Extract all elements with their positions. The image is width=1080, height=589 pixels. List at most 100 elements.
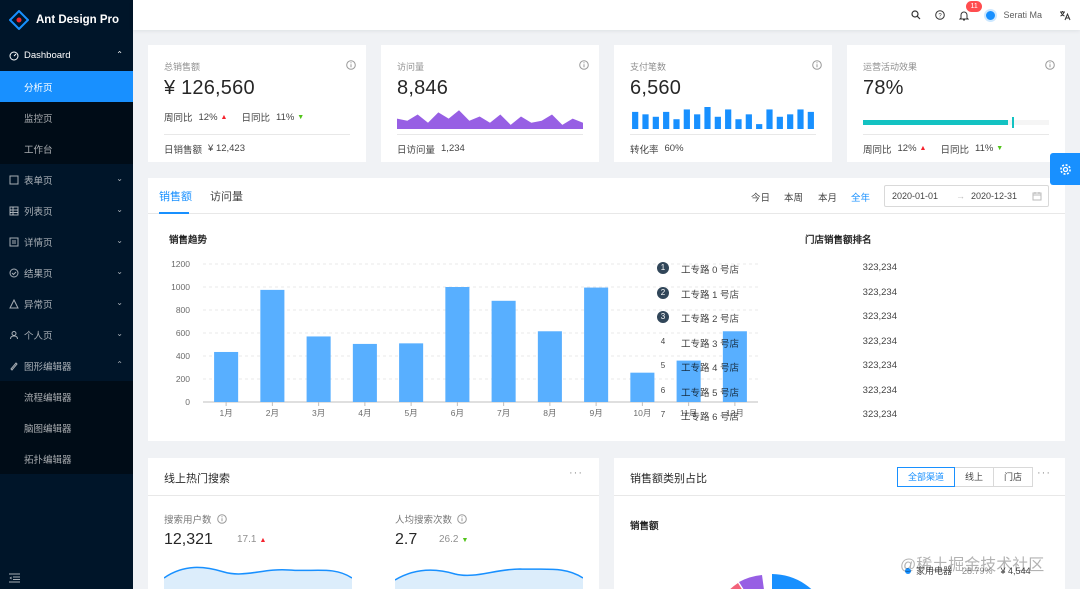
check-circle-icon <box>9 268 19 277</box>
sidebar-item-form[interactable]: 表单页 ⌄ <box>0 164 133 195</box>
sales-bar[interactable] <box>399 343 424 402</box>
range-today[interactable]: 今日 <box>751 190 770 204</box>
sidebar-item-label: 流程编辑器 <box>24 392 72 404</box>
date-range-picker[interactable]: 2020-01-01 → 2020-12-31 <box>884 185 1049 207</box>
rank-row: 6 工专路 5 号店 323,234 <box>657 384 897 399</box>
more-icon[interactable]: ··· <box>569 467 583 479</box>
editor-submenu: 流程编辑器 脑图编辑器 拓扑编辑器 <box>0 381 133 474</box>
donut-slice <box>739 575 764 589</box>
dashboard-icon <box>9 51 19 60</box>
rank-store-name: 工专路 2 号店 <box>681 314 740 325</box>
sales-bar[interactable] <box>306 336 331 402</box>
dashboard-submenu: 分析页 监控页 工作台 <box>0 71 133 164</box>
range-month[interactable]: 本月 <box>818 190 837 204</box>
notice-button[interactable]: 11 <box>952 0 982 30</box>
sales-bar[interactable] <box>537 331 562 402</box>
date-end[interactable]: 2020-12-31 <box>971 191 1017 201</box>
footer-value: 1,234 <box>441 143 465 154</box>
language-button[interactable] <box>1050 0 1080 30</box>
rank-store-name: 工专路 0 号店 <box>681 265 740 276</box>
payment-bar <box>745 114 752 129</box>
logo[interactable]: Ant Design Pro <box>0 0 133 40</box>
sales-bar[interactable] <box>352 343 377 402</box>
range-year[interactable]: 全年 <box>851 190 870 204</box>
sales-bar[interactable] <box>491 300 516 402</box>
payment-bar <box>766 109 773 129</box>
tab-visits[interactable]: 访问量 <box>210 188 243 204</box>
card-title: 总销售额 <box>164 62 201 72</box>
range-week[interactable]: 本周 <box>784 190 803 204</box>
y-tick-label: 800 <box>176 305 190 315</box>
trend-value: 12% <box>198 111 218 123</box>
menu-fold-icon[interactable] <box>9 573 20 583</box>
sidebar-item-mind-editor[interactable]: 脑图编辑器 <box>0 412 133 443</box>
avg-value: 2.7 <box>395 531 418 548</box>
tab-ink-bar <box>159 212 189 214</box>
help-button[interactable]: ? <box>928 0 952 30</box>
sales-bar[interactable] <box>584 287 609 402</box>
info-circle-icon[interactable] <box>346 60 356 70</box>
channel-store-button[interactable]: 门店 <box>992 467 1033 487</box>
sidebar-item-profile[interactable]: 详情页 ⌄ <box>0 226 133 257</box>
rank-row: 7 工专路 6 号店 323,234 <box>657 408 897 423</box>
card-footer: 日访问量 1,234 <box>397 134 583 162</box>
y-tick-label: 200 <box>176 374 190 384</box>
more-icon[interactable]: ··· <box>1037 467 1051 479</box>
avg-label-row: 人均搜索次数 <box>395 512 467 526</box>
info-circle-icon[interactable] <box>457 514 467 524</box>
sidebar-item-koni-editor[interactable]: 拓扑编辑器 <box>0 443 133 474</box>
channel-online-button[interactable]: 线上 <box>953 467 994 487</box>
sidebar-item-exception[interactable]: 异常页 ⌄ <box>0 288 133 319</box>
info-circle-icon[interactable] <box>579 60 589 70</box>
rank-row: 1 工专路 0 号店 323,234 <box>657 261 897 276</box>
footer-value: 60% <box>664 143 684 154</box>
sidebar-item-account[interactable]: 个人页 ⌄ <box>0 319 133 350</box>
users-value: 12,321 <box>164 531 213 548</box>
chevron-down-icon: ⌄ <box>116 329 123 338</box>
info-circle-icon[interactable] <box>216 514 227 524</box>
y-tick-label: 1000 <box>171 282 190 292</box>
tab-sales[interactable]: 销售额 <box>159 188 192 204</box>
sidebar-item-editor[interactable]: 图形编辑器 ⌃ <box>0 350 133 381</box>
rank-number: 6 <box>660 385 666 395</box>
trend-label: 日同比 <box>241 113 270 124</box>
rank-value: 323,234 <box>862 360 897 371</box>
search-button[interactable] <box>904 0 928 30</box>
search-icon <box>911 10 921 20</box>
sidebar-item-dashboard[interactable]: Dashboard ⌃ <box>0 40 133 71</box>
avatar <box>984 8 998 22</box>
sales-bar[interactable] <box>260 289 285 402</box>
info-circle-icon[interactable] <box>812 60 822 70</box>
settings-drawer-button[interactable] <box>1050 153 1080 185</box>
channel-all-button[interactable]: 全部渠道 <box>896 467 955 487</box>
payment-bar <box>807 111 814 129</box>
sales-bar[interactable] <box>445 287 470 402</box>
sales-bar[interactable] <box>630 372 655 402</box>
date-start[interactable]: 2020-01-01 <box>892 191 938 201</box>
y-tick-label: 400 <box>176 351 190 361</box>
sidebar-item-workplace[interactable]: 工作台 <box>0 133 133 164</box>
sidebar-item-monitor[interactable]: 监控页 <box>0 102 133 133</box>
sidebar-item-list[interactable]: 列表页 ⌄ <box>0 195 133 226</box>
rank-value: 323,234 <box>862 384 897 396</box>
chevron-down-icon: ⌄ <box>116 205 123 214</box>
footer-label: 日销售额 <box>164 144 203 156</box>
sidebar-item-label: 异常页 <box>24 299 53 311</box>
sidebar-item-label: 列表页 <box>24 206 53 218</box>
campaign-card: 运营活动效果 78% 周同比 12% ▲ 日同比 11% ▼ <box>847 45 1065 162</box>
rank-value: 323,234 <box>862 335 897 347</box>
avg-change-row: 26.2 ▼ <box>439 534 468 545</box>
sales-bar[interactable] <box>214 351 239 402</box>
rank-row: 3 工专路 2 号店 323,234 <box>657 310 897 325</box>
sidebar-item-label: Dashboard <box>24 50 71 61</box>
sidebar-item-analysis[interactable]: 分析页 <box>0 71 133 102</box>
info-circle-icon[interactable] <box>1045 60 1055 70</box>
sidebar-item-result[interactable]: 结果页 ⌄ <box>0 257 133 288</box>
sidebar-item-flow-editor[interactable]: 流程编辑器 <box>0 381 133 412</box>
x-tick-label: 4月 <box>358 408 371 418</box>
footer-label: 转化率 <box>630 144 659 156</box>
payment-bar <box>663 111 670 129</box>
rank-number: 2 <box>657 286 669 299</box>
user-menu[interactable]: Serati Ma <box>976 0 1050 30</box>
footer-label: 日访问量 <box>397 144 436 156</box>
